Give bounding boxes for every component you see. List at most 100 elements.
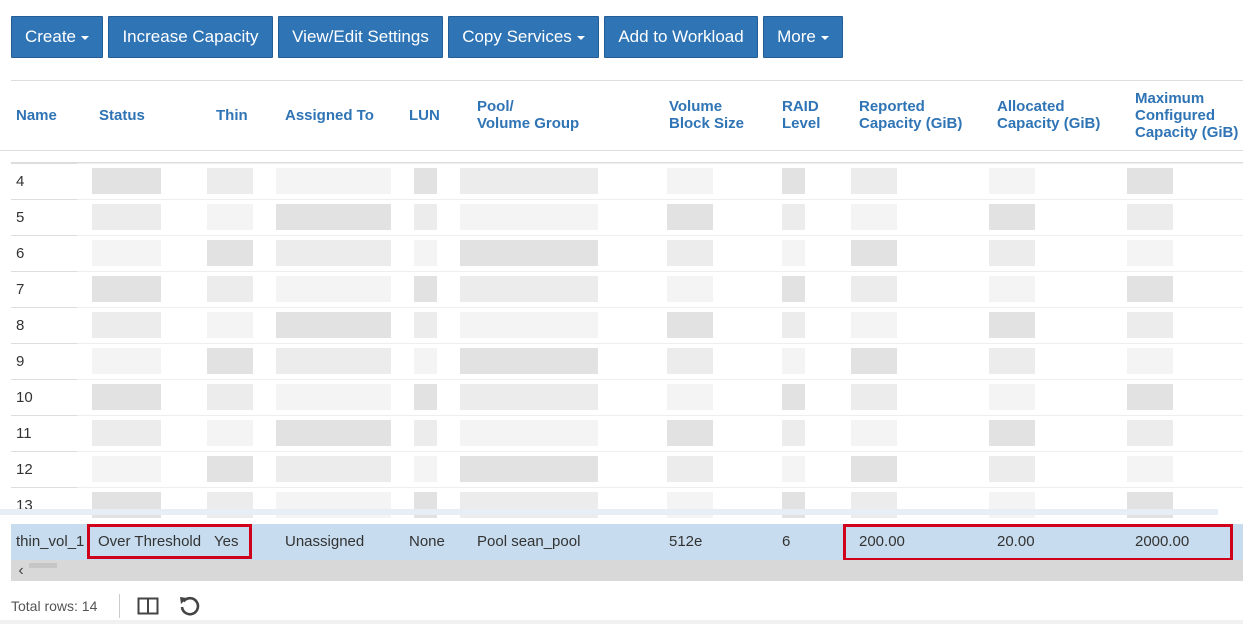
- create-label: Create: [24, 27, 77, 46]
- column-header-max-configured-capacity[interactable]: Maximum Configured Capacity (GiB): [1135, 90, 1238, 141]
- page-bottom-edge: [0, 620, 1243, 624]
- redacted-cell: [989, 168, 1035, 194]
- column-header-lun[interactable]: LUN: [409, 107, 440, 124]
- redacted-cell: [851, 348, 897, 374]
- redacted-cell: [851, 312, 897, 338]
- table-row[interactable]: 6: [11, 235, 1243, 271]
- redacted-cell: [989, 456, 1035, 482]
- column-header-name[interactable]: Name: [16, 107, 57, 124]
- redacted-cell: [276, 276, 391, 302]
- redacted-cell: [1127, 204, 1173, 230]
- scrollbar-thumb[interactable]: [29, 563, 57, 568]
- column-header-pool[interactable]: Pool/ Volume Group: [477, 98, 579, 132]
- table-row[interactable]: 13: [11, 487, 1243, 523]
- table-row-selected[interactable]: thin_vol_1 Over Threshold Yes Unassigned…: [11, 524, 1243, 561]
- column-header-status[interactable]: Status: [99, 107, 145, 124]
- chevron-left-icon[interactable]: ‹: [14, 560, 28, 581]
- column-header-status-label: Status: [99, 107, 145, 124]
- column-header-reported-line2: Capacity (GiB): [859, 115, 963, 132]
- highlight-status-thin: [87, 524, 252, 559]
- increase-capacity-button[interactable]: Increase Capacity: [108, 16, 273, 58]
- cell-raid-level: 6: [782, 533, 791, 550]
- column-header-pool-line2: Volume Group: [477, 115, 580, 132]
- redacted-cell: [667, 240, 713, 266]
- column-header-reported-capacity[interactable]: Reported Capacity (GiB): [859, 98, 962, 132]
- table-row[interactable]: 7: [11, 271, 1243, 307]
- row-divider: [77, 379, 1243, 380]
- row-name-cell: 8: [11, 307, 77, 343]
- column-header-raid-level[interactable]: RAID Level: [782, 98, 820, 132]
- redacted-cell: [92, 384, 161, 410]
- column-header-block-line1: Volume: [669, 98, 723, 115]
- column-header-pool-line1: Pool/: [477, 98, 514, 115]
- cell-block-size: 512e: [669, 533, 703, 550]
- view-edit-settings-button[interactable]: View/Edit Settings: [278, 16, 443, 58]
- increase-capacity-label: Increase Capacity: [122, 27, 259, 46]
- redacted-cell: [1127, 420, 1173, 446]
- row-divider: [77, 235, 1243, 236]
- redacted-cell: [207, 204, 253, 230]
- redacted-cell: [92, 204, 161, 230]
- add-to-workload-button[interactable]: Add to Workload: [604, 16, 758, 58]
- table-body-edge: [0, 509, 1218, 515]
- redacted-cell: [851, 456, 897, 482]
- redacted-cell: [851, 240, 897, 266]
- redacted-cell: [989, 384, 1035, 410]
- redacted-cell: [667, 168, 713, 194]
- table-row[interactable]: 10: [11, 379, 1243, 415]
- view-edit-settings-label: View/Edit Settings: [292, 27, 429, 46]
- redacted-cell: [207, 168, 253, 194]
- column-header-block-line2: Block Size: [669, 115, 745, 132]
- cell-pool: Pool sean_pool: [477, 533, 581, 550]
- column-header-block-size[interactable]: Volume Block Size: [669, 98, 744, 132]
- redacted-cell: [667, 348, 713, 374]
- redacted-cell: [207, 348, 253, 374]
- redacted-cell: [1127, 312, 1173, 338]
- more-button[interactable]: More: [763, 16, 843, 58]
- redacted-cell: [460, 456, 598, 482]
- redacted-cell: [851, 204, 897, 230]
- horizontal-scrollbar[interactable]: ‹: [11, 560, 1243, 581]
- table-row[interactable]: 4: [11, 163, 1243, 199]
- columns-icon[interactable]: [136, 594, 160, 618]
- redacted-cell: [782, 204, 805, 230]
- footer-divider: [119, 594, 120, 618]
- column-header-assigned-to[interactable]: Assigned To: [285, 107, 374, 124]
- redacted-cell: [414, 240, 437, 266]
- redacted-cell: [782, 456, 805, 482]
- copy-services-button[interactable]: Copy Services: [448, 16, 599, 58]
- redacted-cell: [989, 312, 1035, 338]
- redacted-cell: [92, 312, 161, 338]
- add-to-workload-label: Add to Workload: [618, 27, 744, 46]
- row-name-cell: 12: [11, 451, 77, 487]
- redacted-cell: [989, 276, 1035, 302]
- table-row[interactable]: 8: [11, 307, 1243, 343]
- redacted-cell: [276, 312, 391, 338]
- redacted-cell: [667, 276, 713, 302]
- highlight-capacity: [843, 524, 1233, 561]
- table-row[interactable]: 12: [11, 451, 1243, 487]
- create-button[interactable]: Create: [11, 16, 103, 58]
- column-header-thin[interactable]: Thin: [216, 107, 248, 124]
- redacted-cell: [276, 456, 391, 482]
- row-divider: [77, 307, 1243, 308]
- redacted-cell: [667, 384, 713, 410]
- redacted-cell: [1127, 384, 1173, 410]
- column-header-allocated-capacity[interactable]: Allocated Capacity (GiB): [997, 98, 1100, 132]
- redacted-cell: [460, 240, 598, 266]
- redacted-cell: [782, 240, 805, 266]
- more-label: More: [777, 27, 816, 46]
- table-row[interactable]: 5: [11, 199, 1243, 235]
- redacted-cell: [1127, 456, 1173, 482]
- refresh-icon[interactable]: [177, 594, 201, 618]
- redacted-cell: [414, 204, 437, 230]
- redacted-cell: [276, 204, 391, 230]
- redacted-cell: [207, 276, 253, 302]
- row-name-cell: 5: [11, 199, 77, 235]
- table-row[interactable]: 9: [11, 343, 1243, 379]
- column-header-reported-line1: Reported: [859, 98, 925, 115]
- cell-name: thin_vol_1: [16, 533, 85, 550]
- redacted-cell: [460, 312, 598, 338]
- redacted-cell: [1127, 168, 1173, 194]
- table-row[interactable]: 11: [11, 415, 1243, 451]
